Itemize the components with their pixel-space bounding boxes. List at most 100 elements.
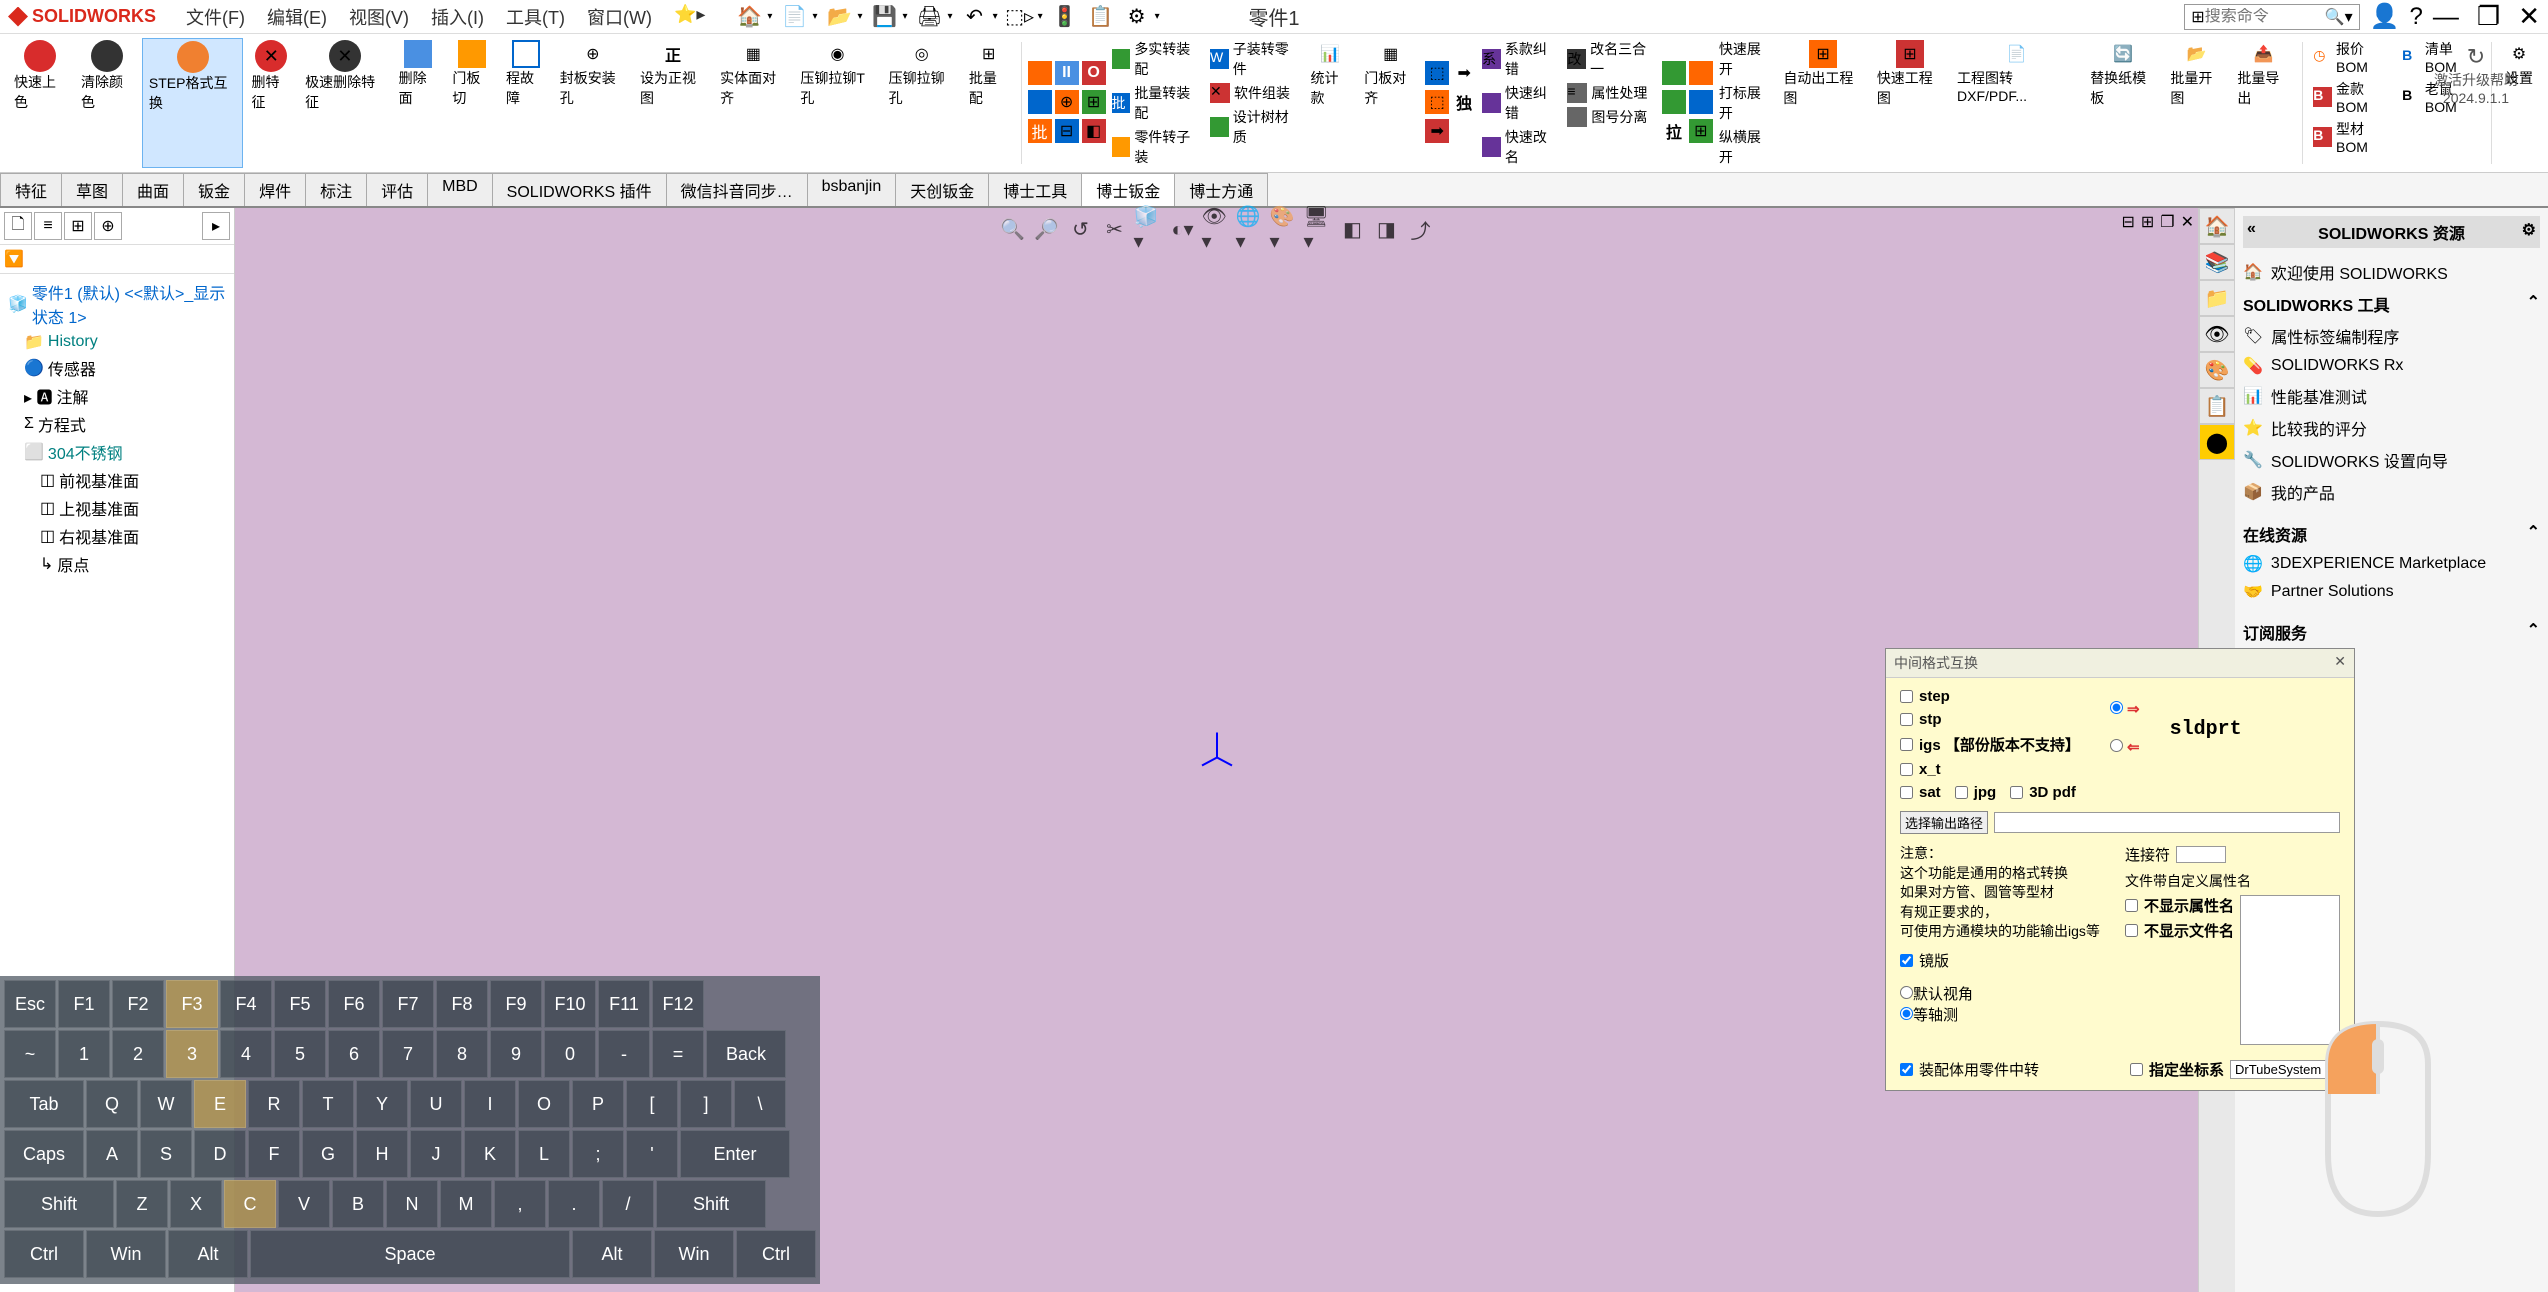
activate-info[interactable]: ↻ 激活升级帮助 2024.9.1.1 — [2434, 44, 2518, 106]
ribbon-fast-expand[interactable]: 快速展开 — [1715, 38, 1776, 80]
rp-sec-online[interactable]: 在线资源⌃ — [2243, 518, 2540, 550]
tree-equations[interactable]: Σ 方程式 — [4, 410, 230, 438]
tree-tab-5[interactable]: ▸ — [202, 212, 230, 240]
ribbon-align[interactable]: ▦实体面对齐 — [714, 38, 792, 168]
key-t[interactable]: T — [302, 1080, 354, 1128]
tab-doctor-sheet[interactable]: 博士钣金 — [1081, 173, 1175, 206]
vp-restore-icon[interactable]: ❐ — [2160, 212, 2174, 232]
grid-icon[interactable]: O — [1082, 61, 1106, 85]
key-alt[interactable]: Alt — [168, 1230, 248, 1278]
home-icon[interactable]: 🏠 — [735, 3, 763, 31]
key-\[interactable]: \ — [734, 1080, 786, 1128]
tab-doctor-tube[interactable]: 博士方通 — [1174, 173, 1268, 206]
ribbon-rivet-t[interactable]: ◉压铆拉铆T孔 — [794, 38, 880, 168]
vp-section-icon[interactable]: ✂ — [1100, 214, 1130, 244]
key-o[interactable]: O — [518, 1080, 570, 1128]
key-f8[interactable]: F8 — [436, 980, 488, 1028]
key-esc[interactable]: Esc — [4, 980, 56, 1028]
ribbon-property[interactable]: ≡属性处理 — [1563, 82, 1659, 104]
key-x[interactable]: X — [170, 1180, 222, 1228]
save-icon[interactable]: 💾 — [871, 3, 899, 31]
key-7[interactable]: 7 — [382, 1030, 434, 1078]
select-icon[interactable]: ⬚▹ — [1006, 3, 1034, 31]
rp-rx[interactable]: 💊 SOLIDWORKS Rx — [2243, 352, 2540, 380]
tab-sketch[interactable]: 草图 — [61, 173, 123, 206]
grid-icon[interactable]: II — [1055, 61, 1079, 85]
vp-close-icon[interactable]: ✕ — [2181, 212, 2194, 232]
ribbon-rivet[interactable]: ◎压铆拉铆孔 — [883, 38, 961, 168]
ribbon-fast-drawing[interactable]: ⊞快速工程图 — [1871, 38, 1949, 168]
key-ctrl[interactable]: Ctrl — [4, 1230, 84, 1278]
key-h[interactable]: H — [356, 1130, 408, 1178]
grid-icon[interactable] — [1028, 61, 1052, 85]
rebuild-icon[interactable]: 🚦 — [1051, 3, 1079, 31]
ribbon-profile-bom[interactable]: B型材BOM — [2309, 118, 2396, 156]
tree-origin[interactable]: ↳ 原点 — [4, 550, 230, 578]
new-icon[interactable]: 📄 — [780, 3, 808, 31]
close-icon[interactable]: ✕ — [2518, 1, 2540, 32]
ribbon-soft-assemble[interactable]: ✕软件组装 — [1206, 82, 1302, 104]
chk-mirror[interactable]: 镜版 — [1900, 950, 2105, 971]
key-=[interactable]: = — [652, 1030, 704, 1078]
key-shift[interactable]: Shift — [656, 1180, 766, 1228]
vp-zoom-prev-icon[interactable]: ↺ — [1066, 214, 1096, 244]
ribbon-process[interactable]: 程故障 — [500, 38, 552, 168]
ribbon-replace-tpl[interactable]: 🔄替换纸模板 — [2084, 38, 2162, 168]
tab-wechat[interactable]: 微信抖音同步… — [666, 173, 808, 206]
search-box[interactable]: ⊞ 🔍▾ — [2184, 4, 2359, 30]
key-r[interactable]: R — [248, 1080, 300, 1128]
key-f10[interactable]: F10 — [544, 980, 596, 1028]
key-y[interactable]: Y — [356, 1080, 408, 1128]
grid-icon[interactable] — [1689, 61, 1713, 85]
key-i[interactable]: I — [464, 1080, 516, 1128]
ribbon-door-align[interactable]: ▦门板对齐 — [1358, 38, 1423, 168]
key-6[interactable]: 6 — [328, 1030, 380, 1078]
key-caps[interactable]: Caps — [4, 1130, 84, 1178]
key-f9[interactable]: F9 — [490, 980, 542, 1028]
grid-icon[interactable] — [1662, 90, 1686, 114]
menu-insert[interactable]: 插入(I) — [421, 0, 494, 34]
key-win[interactable]: Win — [86, 1230, 166, 1278]
chk-assembly-transit[interactable]: 装配体用零件中转 — [1900, 1059, 2039, 1080]
key-f7[interactable]: F7 — [382, 980, 434, 1028]
grid-icon[interactable]: ➡ — [1425, 119, 1449, 143]
collapse-icon[interactable]: « — [2247, 220, 2256, 238]
ribbon-del-face[interactable]: 删除面 — [393, 38, 445, 168]
ribbon-sys-correct[interactable]: 系系款纠错 — [1478, 38, 1561, 80]
key--[interactable]: - — [598, 1030, 650, 1078]
ribbon-multi-convert[interactable]: 多实转装配 — [1108, 38, 1204, 80]
ribbon-normal-view[interactable]: 正设为正视图 — [634, 38, 712, 168]
key-l[interactable]: L — [518, 1130, 570, 1178]
key-d[interactable]: D — [194, 1130, 246, 1178]
key-f4[interactable]: F4 — [220, 980, 272, 1028]
tp-tab-prop[interactable]: 📋 — [2199, 388, 2235, 424]
ribbon-tree-material[interactable]: 设计树材质 — [1206, 106, 1302, 148]
key-f5[interactable]: F5 — [274, 980, 326, 1028]
dialog-close-icon[interactable]: ✕ — [2334, 653, 2346, 673]
key-;[interactable]: ; — [572, 1130, 624, 1178]
key-p[interactable]: P — [572, 1080, 624, 1128]
key-~[interactable]: ~ — [4, 1030, 56, 1078]
vp-max-icon[interactable]: ⊞ — [2141, 212, 2154, 232]
chk-sat[interactable]: sat — [1900, 784, 1941, 801]
vp-scene-icon[interactable]: 🌐▾ — [1236, 214, 1266, 244]
key-u[interactable]: U — [410, 1080, 462, 1128]
chk-no-file[interactable]: 不显示文件名 — [2125, 920, 2234, 941]
ribbon-quick-color[interactable]: 快速上色 — [8, 38, 73, 168]
print-icon[interactable]: 🖨 — [916, 3, 944, 31]
tp-tab-forum[interactable]: ⬤ — [2199, 424, 2235, 460]
key-shift[interactable]: Shift — [4, 1180, 114, 1228]
tp-tab-file[interactable]: 📁 — [2199, 280, 2235, 316]
undo-icon[interactable]: ↶ — [961, 3, 989, 31]
tp-tab-home[interactable]: 🏠 — [2199, 208, 2235, 244]
key-[[interactable]: [ — [626, 1080, 678, 1128]
tab-tianchuang[interactable]: 天创钣金 — [895, 173, 989, 206]
rp-prop-tag[interactable]: 🏷 属性标签编制程序 — [2243, 320, 2540, 352]
grid-icon[interactable]: ◧ — [1082, 119, 1106, 143]
chk-jpg[interactable]: jpg — [1955, 784, 1997, 801]
ribbon-step-exchange[interactable]: STEP格式互换 — [142, 38, 244, 168]
tree-tab-2[interactable]: ≡ — [34, 212, 62, 240]
radio-export[interactable]: ⇒ — [2110, 700, 2140, 718]
key-1[interactable]: 1 — [58, 1030, 110, 1078]
menu-view[interactable]: 视图(V) — [339, 0, 419, 34]
